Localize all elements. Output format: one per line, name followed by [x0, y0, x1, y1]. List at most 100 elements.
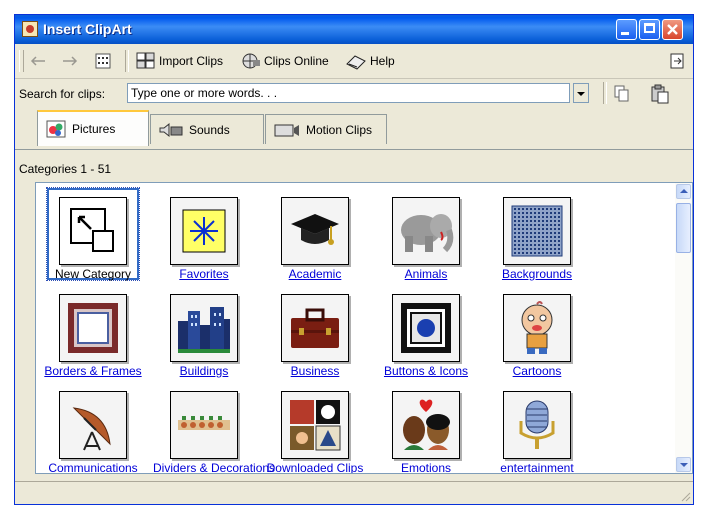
category-label: Favorites: [179, 267, 229, 281]
category-label: Academic: [288, 267, 342, 281]
downloaded-clips-icon: [281, 391, 349, 459]
category-tile[interactable]: entertainment: [486, 381, 588, 474]
tab-sounds-label: Sounds: [189, 122, 230, 137]
category-tile[interactable]: Buildings: [153, 284, 255, 382]
title-bar[interactable]: Insert ClipArt: [15, 15, 693, 44]
button-icon: [392, 294, 460, 362]
view-toggle-button[interactable]: [95, 50, 114, 72]
clips-online-button[interactable]: Clips Online: [241, 50, 329, 72]
category-tile[interactable]: Business: [264, 284, 366, 382]
forward-arrow-icon: [63, 56, 78, 66]
toolbar-separator: [603, 82, 607, 104]
category-tile[interactable]: Dividers & Decorations: [153, 381, 276, 474]
globe-icon: [242, 53, 260, 69]
category-tile[interactable]: Backgrounds: [486, 187, 588, 285]
tab-sounds[interactable]: Sounds: [150, 114, 264, 144]
category-label: Backgrounds: [501, 267, 573, 281]
category-label: Animals: [404, 267, 448, 281]
scroll-down-button[interactable]: [676, 457, 691, 472]
import-clips-button[interactable]: Import Clips: [136, 50, 223, 72]
resize-grip-icon[interactable]: [679, 490, 691, 502]
category-label: Buttons & Icons: [383, 364, 469, 378]
tab-strip: Pictures Sounds Motion Clips: [15, 110, 693, 150]
help-button[interactable]: Help: [345, 50, 395, 72]
help-book-icon: [346, 55, 366, 70]
pin-window-button[interactable]: [669, 50, 688, 72]
toolbar-grip[interactable]: [19, 50, 24, 72]
tab-motion-clips-label: Motion Clips: [306, 122, 373, 137]
scroll-thumb[interactable]: [676, 203, 691, 253]
pin-icon: [670, 53, 684, 69]
search-input[interactable]: Type one or more words. . .: [127, 83, 570, 103]
paste-button[interactable]: [650, 83, 673, 105]
import-clips-label: Import Clips: [159, 54, 224, 68]
buildings-icon: [170, 294, 238, 362]
help-label: Help: [370, 54, 395, 68]
tab-motion-clips[interactable]: Motion Clips: [265, 114, 387, 144]
close-icon: [667, 24, 678, 35]
category-label: New Category: [54, 267, 132, 281]
toolbar: Import Clips Clips Online Help: [15, 44, 693, 79]
category-tile[interactable]: Cartoons: [486, 284, 588, 382]
emotions-icon: [392, 391, 460, 459]
category-tile[interactable]: Buttons & Icons: [375, 284, 477, 382]
category-tile[interactable]: Academic: [264, 187, 366, 285]
category-label: Dividers & Decorations: [153, 461, 276, 474]
category-tile[interactable]: Communications: [42, 381, 144, 474]
category-grid: New Category Favorites Academic Animals …: [35, 182, 693, 474]
category-tile[interactable]: Animals: [375, 187, 477, 285]
copy-icon: [614, 85, 629, 102]
sounds-icon: [159, 122, 183, 137]
divider-icon: [170, 391, 238, 459]
forward-button[interactable]: [61, 50, 82, 72]
microphone-icon: [503, 391, 571, 459]
frame-icon: [59, 294, 127, 362]
tab-pictures-label: Pictures: [72, 122, 116, 136]
toolbar-separator: [125, 50, 129, 72]
briefcase-icon: [281, 294, 349, 362]
clips-online-label: Clips Online: [264, 54, 329, 68]
maximize-button[interactable]: [639, 19, 660, 40]
category-tile[interactable]: Favorites: [153, 187, 255, 285]
category-tile[interactable]: New Category: [42, 187, 144, 285]
tab-pictures[interactable]: Pictures: [37, 110, 149, 146]
copy-button[interactable]: [613, 83, 634, 105]
import-clips-icon: [136, 52, 155, 69]
category-label: Communications: [48, 461, 138, 474]
close-button[interactable]: [662, 19, 683, 40]
back-arrow-icon: [30, 56, 45, 66]
clipart-app-icon: [22, 21, 38, 37]
search-bar: Search for clips: Type one or more words…: [15, 79, 693, 108]
graduation-cap-icon: [281, 197, 349, 265]
new-category-icon: [59, 197, 127, 265]
category-label: Borders & Frames: [44, 364, 142, 378]
paste-icon: [651, 84, 669, 104]
search-history-dropdown[interactable]: [573, 83, 589, 103]
category-tile[interactable]: Borders & Frames: [42, 284, 144, 382]
category-label: entertainment: [500, 461, 574, 474]
status-bar: [15, 481, 693, 504]
satellite-dish-icon: [59, 391, 127, 459]
category-label: Business: [290, 364, 340, 378]
category-label: Downloaded Clips: [266, 461, 364, 474]
search-label: Search for clips:: [19, 87, 106, 101]
elephant-icon: [392, 197, 460, 265]
category-label: Emotions: [400, 461, 452, 474]
minimize-button[interactable]: [616, 19, 637, 40]
category-label: Buildings: [179, 364, 229, 378]
pictures-icon: [46, 120, 66, 138]
window-title: Insert ClipArt: [43, 21, 132, 37]
category-tile[interactable]: Emotions: [375, 381, 477, 474]
favorites-icon: [170, 197, 238, 265]
cartoon-icon: [503, 294, 571, 362]
categories-range: Categories 1 - 51: [19, 162, 112, 176]
category-label: Cartoons: [512, 364, 562, 378]
insert-clipart-window: Insert ClipArt Import Clips Clips Online: [14, 14, 694, 505]
grid-vertical-scrollbar[interactable]: [675, 183, 692, 473]
grid-view-icon: [95, 53, 111, 69]
tab-baseline: [15, 149, 693, 150]
scroll-up-button[interactable]: [676, 184, 691, 199]
pattern-icon: [503, 197, 571, 265]
back-button[interactable]: [29, 50, 50, 72]
category-tile[interactable]: Downloaded Clips: [264, 381, 366, 474]
